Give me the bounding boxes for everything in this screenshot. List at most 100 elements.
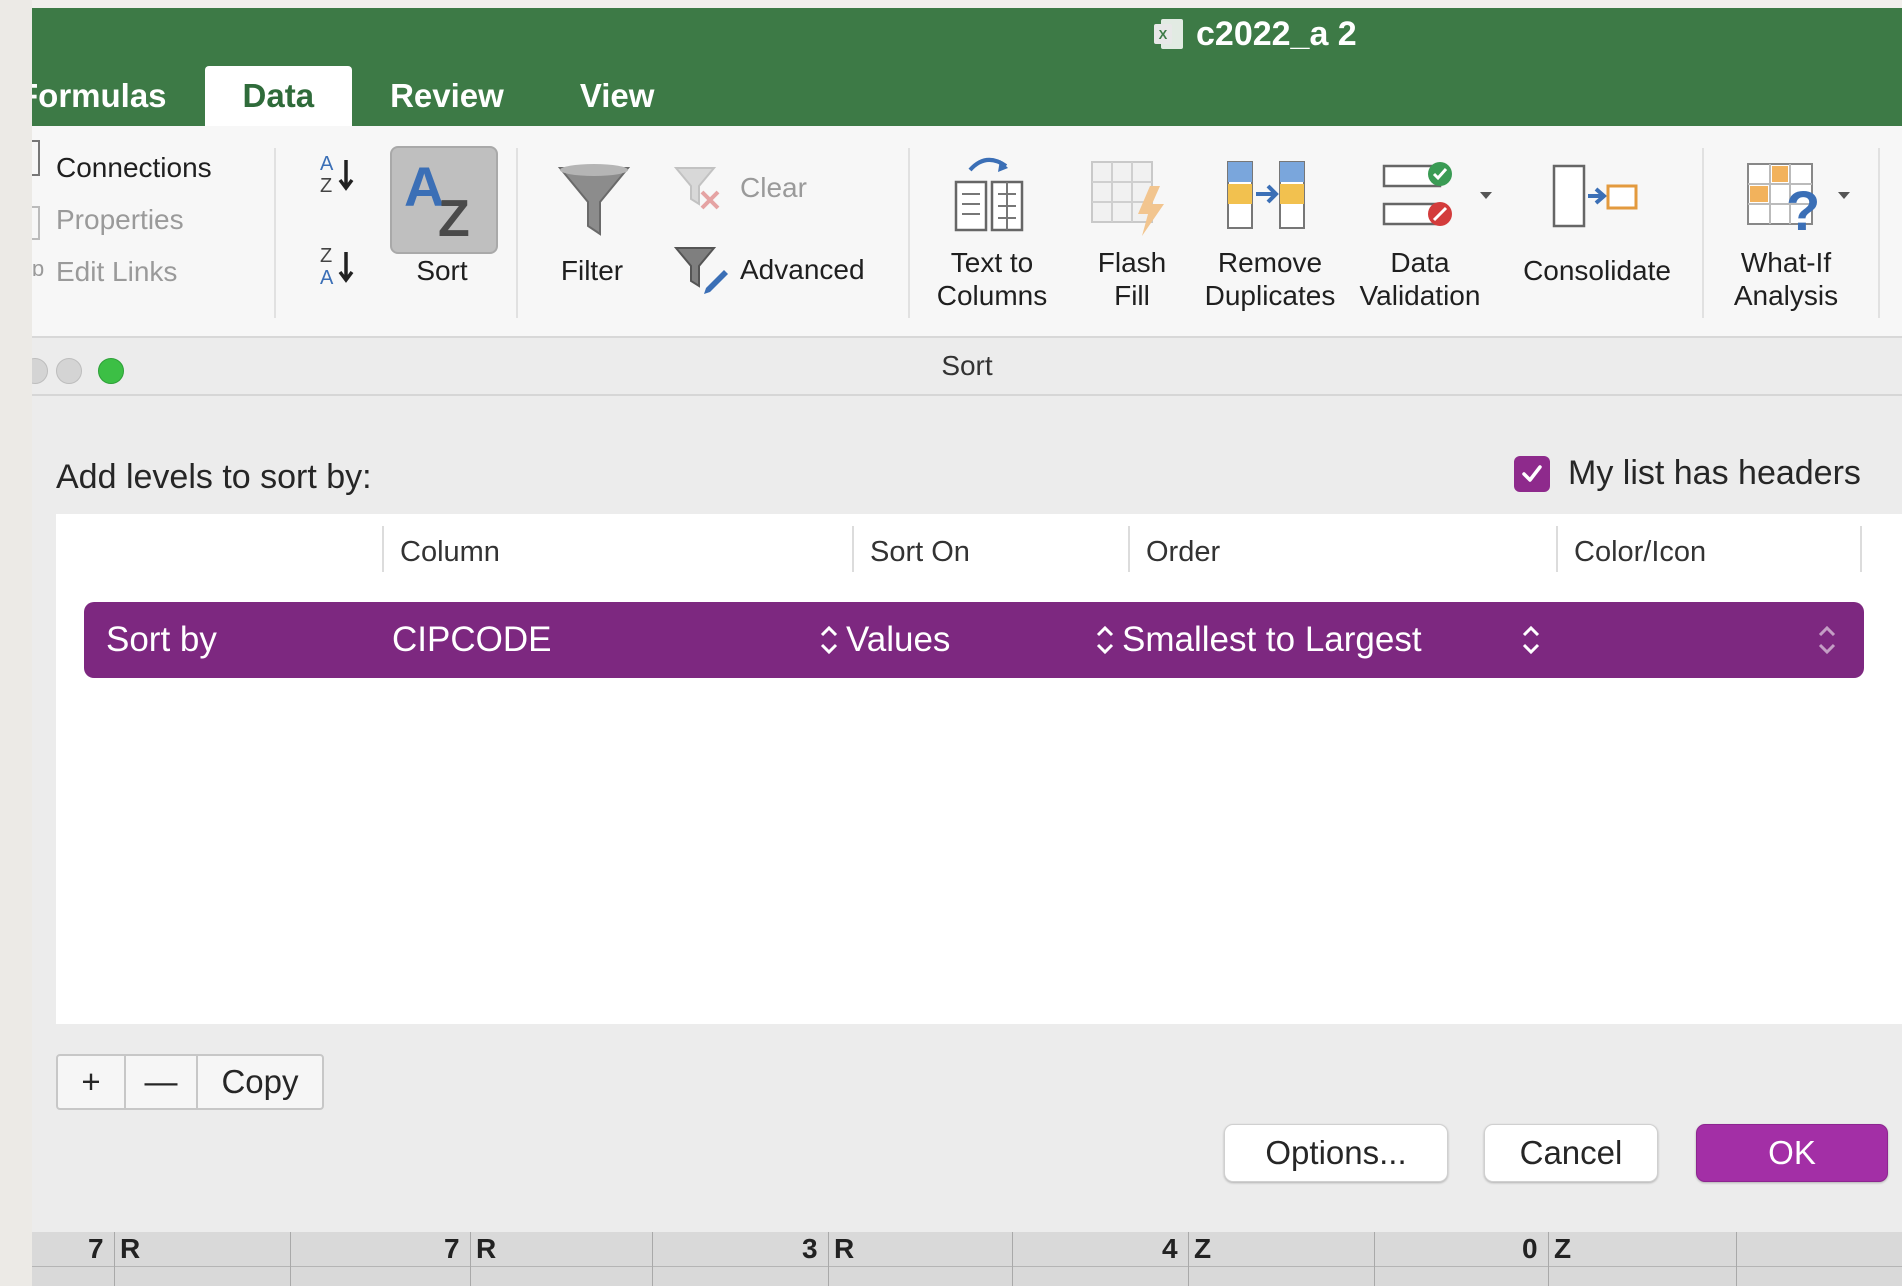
copy-level-button[interactable]: Copy [198,1056,322,1108]
remove-duplicates-icon[interactable] [1224,156,1308,234]
excel-window: X c2022_a 2 Formulas Data Review View Co… [32,8,1902,1286]
grid-line [1548,1232,1549,1286]
what-if-analysis-icon[interactable]: ? [1744,160,1830,240]
level-buttons: + — Copy [56,1054,324,1110]
background-paper [0,0,32,1286]
grid-line [1012,1232,1013,1286]
svg-text:Z: Z [320,175,332,197]
ribbon-separator [516,148,518,318]
color-icon-select-chevron-icon[interactable] [1816,622,1838,658]
cell-value[interactable]: R [476,1232,496,1266]
ribbon-separator [1878,148,1880,318]
filter-button-label[interactable]: Filter [552,254,632,287]
consolidate-icon[interactable] [1548,162,1640,232]
ribbon-separator [908,148,910,318]
cell-value[interactable]: 7 [88,1232,104,1266]
cell-value[interactable]: 0 [1522,1232,1538,1266]
sort-az-icon: A Z [404,155,470,244]
ok-button[interactable]: OK [1696,1124,1888,1182]
cell-value[interactable]: R [120,1232,140,1266]
add-level-button[interactable]: + [58,1056,126,1108]
data-validation-icon[interactable] [1380,160,1460,236]
grid-line [652,1232,653,1286]
document-title: X c2022_a 2 [1152,14,1357,54]
what-if-label-line1: What-If [1740,247,1832,278]
tab-view[interactable]: View [542,66,693,126]
sort-button-label[interactable]: Sort [412,254,472,287]
ribbon-tabs: Formulas Data Review View [32,64,692,126]
tab-data[interactable]: Data [204,66,353,126]
what-if-analysis-label[interactable]: What-If Analysis [1726,246,1846,312]
text-to-columns-label-line1: Text to [950,247,1034,278]
cell-value[interactable]: R [834,1232,854,1266]
column-divider [382,526,384,572]
svg-text:Z: Z [438,190,470,244]
svg-text:?: ? [1786,179,1820,240]
grid-line [290,1232,291,1286]
advanced-button[interactable]: Advanced [740,254,865,286]
flash-fill-label-line2: Fill [1114,280,1150,311]
clear-button[interactable]: Clear [740,172,807,204]
my-list-has-headers-label: My list has headers [1568,454,1861,492]
data-validation-dropdown-icon[interactable] [1478,190,1494,202]
order-select-chevron-icon[interactable] [1520,622,1542,658]
grid-line [1736,1232,1737,1286]
consolidate-label[interactable]: Consolidate [1512,254,1682,287]
flash-fill-label-line1: Flash [1097,247,1167,278]
grid-line [828,1232,829,1286]
delete-level-button[interactable]: — [126,1056,198,1108]
options-button[interactable]: Options... [1224,1124,1448,1182]
flash-fill-icon[interactable] [1086,152,1174,240]
text-to-columns-label-line2: Columns [936,280,1048,311]
cell-value[interactable]: Z [1194,1232,1211,1266]
cell-value[interactable]: 3 [802,1232,818,1266]
column-divider [1860,526,1862,572]
document-title-text: c2022_a 2 [1196,14,1357,53]
text-to-columns-label[interactable]: Text to Columns [932,246,1052,312]
text-to-columns-icon[interactable] [950,152,1030,240]
grid-line [114,1232,115,1286]
column-divider [1128,526,1130,572]
my-list-has-headers-checkbox[interactable]: My list has headers [1514,454,1861,493]
spreadsheet-grid: 7 R 7 R 3 R 4 Z 0 Z [32,1232,1902,1286]
connections-button[interactable]: Connections [56,152,212,184]
filter-funnel-icon[interactable] [556,162,632,242]
column-header-column: Column [400,536,500,568]
column-select[interactable]: CIPCODE [392,602,551,678]
table-row: 7 R 7 R 3 R 4 Z 0 Z [32,1232,1902,1286]
sort-dialog: Add levels to sort by: My list has heade… [32,396,1902,1232]
title-bar: X c2022_a 2 Formulas Data Review View [32,8,1902,126]
column-select-chevron-icon[interactable] [818,622,840,658]
remove-duplicates-label-line2: Duplicates [1204,280,1336,311]
what-if-dropdown-icon[interactable] [1836,190,1852,202]
sort-on-select-chevron-icon[interactable] [1094,622,1116,658]
order-select[interactable]: Smallest to Largest [1122,602,1422,678]
cell-value[interactable]: Z [1554,1232,1571,1266]
sort-ascending-icon[interactable]: A Z [310,146,360,206]
edit-links-icon: ɒ [32,256,45,281]
grid-line [1188,1232,1189,1286]
remove-duplicates-label[interactable]: Remove Duplicates [1200,246,1340,312]
cancel-button[interactable]: Cancel [1484,1124,1658,1182]
checkmark-icon [1522,464,1542,482]
sort-by-label: Sort by [106,620,217,659]
svg-text:A: A [320,153,334,175]
cell-value[interactable]: 7 [444,1232,460,1266]
sort-level-row[interactable]: Sort by CIPCODE Values Smallest to Large… [84,602,1864,678]
checkbox-checked-icon[interactable] [1514,455,1550,492]
properties-button[interactable]: Properties [56,204,184,236]
tab-review[interactable]: Review [352,66,542,126]
svg-text:Z: Z [320,245,332,267]
sort-dialog-titlebar: Sort [32,338,1902,396]
data-validation-label-line2: Validation [1359,280,1481,311]
data-validation-label[interactable]: Data Validation [1350,246,1490,312]
edit-links-button[interactable]: Edit Links [56,256,177,288]
sort-descending-icon[interactable]: Z A [310,238,360,298]
data-validation-label-line1: Data [1390,247,1450,278]
tab-formulas[interactable]: Formulas [32,66,205,126]
remove-duplicates-label-line1: Remove [1217,247,1323,278]
column-header-order: Order [1146,536,1221,568]
flash-fill-label[interactable]: Flash Fill [1092,246,1172,312]
cell-value[interactable]: 4 [1162,1232,1178,1266]
sort-on-select[interactable]: Values [846,602,950,678]
